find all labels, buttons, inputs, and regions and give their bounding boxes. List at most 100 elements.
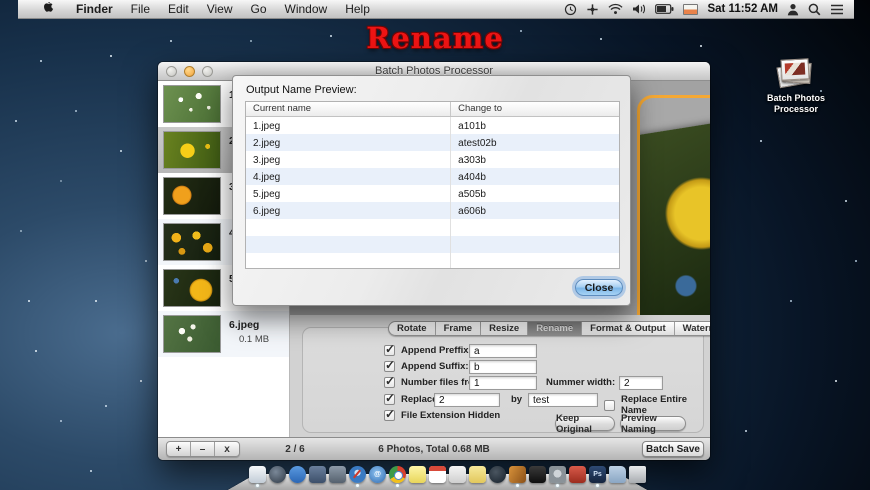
time-machine-icon[interactable] [564, 3, 577, 16]
menu-item-file[interactable]: File [122, 0, 159, 18]
dock-icon-terminal[interactable] [529, 466, 546, 483]
photo-thumbnail[interactable] [163, 269, 221, 307]
tab-resize[interactable]: Resize [481, 322, 529, 335]
rename-groupbox: Append Preffix: a Append Suffix: b Numbe… [302, 327, 704, 435]
append-prefix-checkbox[interactable] [384, 342, 395, 356]
replace-entire-checkbox[interactable] [604, 399, 615, 411]
replace-row: Replace [384, 391, 437, 405]
dock-icon-prefs[interactable] [549, 466, 566, 487]
menu-item-finder[interactable]: Finder [67, 0, 122, 18]
table-row[interactable]: 5.jpeg a505b [246, 185, 619, 202]
volume-icon[interactable] [632, 3, 646, 15]
replace-checkbox[interactable] [384, 391, 395, 405]
user-icon[interactable] [787, 3, 799, 16]
ext-hidden-checkbox[interactable] [384, 407, 395, 421]
dock-icon-textedit[interactable] [249, 466, 266, 487]
dock-icon-reminders[interactable] [449, 466, 466, 483]
append-suffix-checkbox[interactable] [384, 358, 395, 372]
preview-naming-button[interactable]: Preview Naming [620, 413, 686, 435]
menu-clock[interactable]: Sat 11:52 AM [707, 3, 778, 15]
table-row[interactable] [246, 219, 619, 236]
menu-item-go[interactable]: Go [242, 0, 276, 18]
desktop-icon-batch-photos-processor[interactable]: Batch Photos Processor [758, 58, 834, 115]
dock-icon-redapp[interactable] [569, 466, 586, 483]
table-row[interactable]: 4.jpeg a404b [246, 168, 619, 185]
replace-with-field[interactable]: test [528, 393, 598, 407]
dock-icon-folder[interactable] [609, 466, 626, 483]
table-row[interactable] [246, 236, 619, 253]
accessibility-icon[interactable] [586, 3, 599, 16]
cell-change-to: atest02b [458, 137, 497, 149]
wifi-icon[interactable] [608, 3, 623, 15]
dock-icon-preview[interactable] [329, 466, 346, 483]
table-row[interactable]: 1.jpeg a101b [246, 117, 619, 134]
close-window-icon[interactable] [166, 66, 177, 77]
tab-rotate[interactable]: Rotate [389, 322, 436, 335]
tab-watermark[interactable]: Watermark [675, 322, 710, 335]
replace-by-label-row: by [511, 394, 522, 405]
tab-format-output[interactable]: Format & Output [582, 322, 675, 335]
photo-thumbnail[interactable] [163, 223, 221, 261]
zoom-window-icon[interactable] [202, 66, 213, 77]
cell-current-name [246, 253, 452, 268]
table-row[interactable] [246, 253, 619, 268]
cell-current-name [246, 219, 452, 236]
dock-icon-photos[interactable] [509, 466, 526, 487]
photo-preview-image[interactable] [640, 110, 710, 315]
dock-icon-safari[interactable] [349, 466, 366, 487]
close-dialog-button[interactable]: Close [575, 279, 623, 296]
dock-icon-chrome[interactable] [389, 466, 406, 487]
tab-frame[interactable]: Frame [436, 322, 482, 335]
wallpaper-title: Rename [366, 21, 504, 55]
photo-thumbnail[interactable] [163, 131, 221, 169]
append-prefix-field[interactable]: a [469, 344, 537, 358]
spotlight-icon[interactable] [808, 3, 821, 16]
dock-icon-trash[interactable] [629, 466, 646, 483]
photo-list-item[interactable]: 6.jpeg 0.1 MB [158, 311, 289, 357]
append-suffix-field[interactable]: b [469, 360, 537, 374]
table-row[interactable]: 3.jpeg a303b [246, 151, 619, 168]
keep-original-button[interactable]: Keep Original [555, 413, 615, 435]
cell-current-name: 6.jpeg [246, 202, 452, 219]
dock-icon-photoshop[interactable]: Ps [589, 466, 606, 487]
dock-icon-stickies[interactable] [409, 466, 426, 483]
photo-thumbnail[interactable] [163, 177, 221, 215]
append-prefix-row: Append Preffix: [384, 342, 472, 356]
table-row[interactable]: 2.jpeg atest02b [246, 134, 619, 151]
photo-filesize: 0.1 MB [239, 334, 270, 345]
menu-item-window[interactable]: Window [276, 0, 337, 18]
photo-thumbnail[interactable] [163, 85, 221, 123]
menu-item-edit[interactable]: Edit [159, 0, 198, 18]
tab-rename[interactable]: Rename [528, 322, 583, 335]
minimize-window-icon[interactable] [184, 66, 195, 77]
controls-panel: Rotate Frame Resize Rename Format & Output Wa… [290, 315, 710, 437]
dock-icon-quicktime[interactable] [489, 466, 506, 483]
photo-thumbnail[interactable] [163, 315, 221, 353]
number-from-checkbox[interactable] [384, 374, 395, 388]
batch-save-button[interactable]: Batch Save [642, 441, 704, 457]
column-current-name[interactable]: Current name [246, 102, 452, 116]
notification-list-icon[interactable] [830, 4, 844, 15]
cell-change-to: a606b [458, 205, 486, 217]
column-change-to[interactable]: Change to [451, 102, 619, 116]
dialog-title: Output Name Preview: [246, 84, 357, 96]
number-from-field[interactable]: 1 [469, 376, 537, 390]
number-width-field[interactable]: 2 [619, 376, 663, 390]
dock-icon-atmail[interactable]: @ [369, 466, 386, 483]
dock-icon-notes[interactable] [469, 466, 486, 483]
menu-item-help[interactable]: Help [336, 0, 379, 18]
replace-by-label: by [511, 394, 523, 405]
input-source-flag-icon[interactable] [683, 3, 699, 15]
cell-change-to: a101b [458, 120, 486, 132]
battery-icon[interactable] [655, 4, 674, 14]
cell-change-to: a404b [458, 171, 486, 183]
apple-menu-icon[interactable] [42, 0, 67, 18]
dock-icon-mail[interactable] [309, 466, 326, 483]
replace-find-field[interactable]: 2 [434, 393, 500, 407]
dock-icon-appstore[interactable] [289, 466, 306, 483]
table-row[interactable]: 6.jpeg a606b [246, 202, 619, 219]
menu-bar: Finder File Edit View Go Window Help Sat 11:5… [18, 0, 854, 19]
dock-icon-calendar[interactable]: 22 [429, 466, 446, 483]
dock-icon-launchpad[interactable] [269, 466, 286, 483]
menu-item-view[interactable]: View [198, 0, 242, 18]
